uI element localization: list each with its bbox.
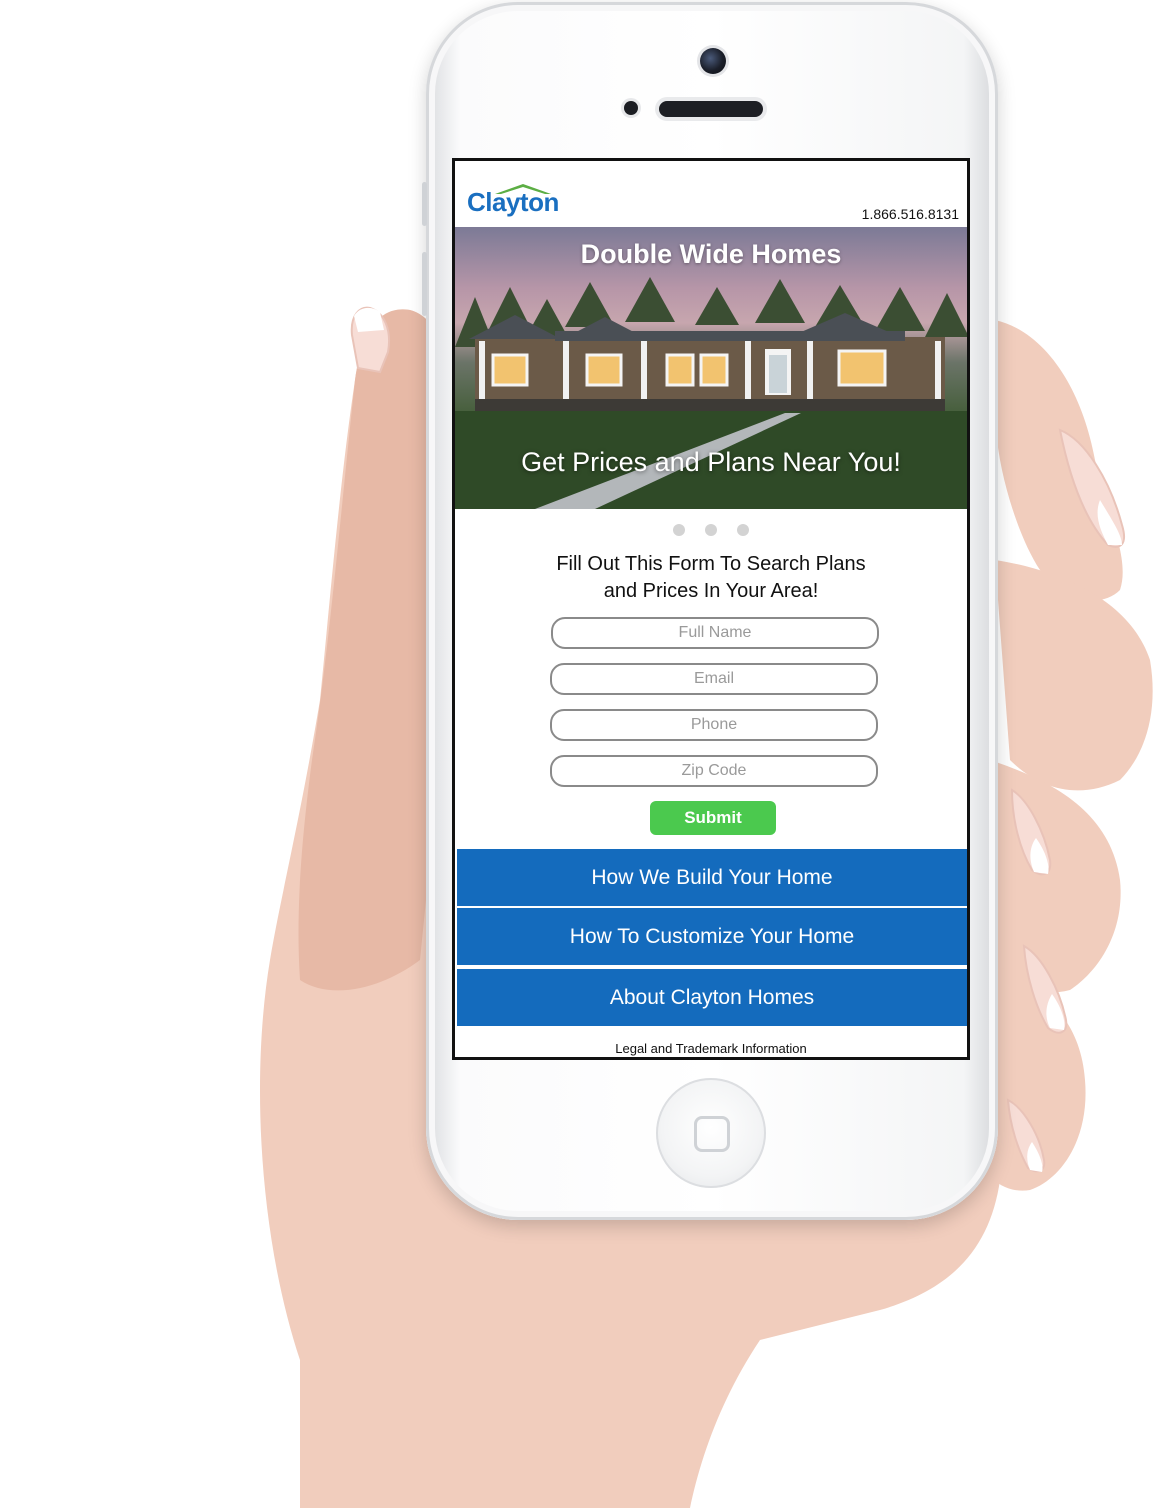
submit-button[interactable]: Submit: [650, 801, 776, 835]
hero-banner[interactable]: Double Wide Homes Get Prices and Plans N…: [455, 227, 967, 509]
phone-screen: Clayton 1.866.516.8131 Double Wide Homes…: [452, 158, 970, 1060]
hero-title: Double Wide Homes: [580, 239, 842, 269]
legal-trademark-link[interactable]: Legal and Trademark Information: [455, 1041, 967, 1056]
clayton-logo[interactable]: Clayton: [467, 187, 559, 218]
carousel-dot-1[interactable]: [672, 524, 685, 536]
earpiece-speaker: [659, 101, 763, 117]
form-heading: Fill Out This Form To Search Plans and P…: [485, 551, 937, 605]
side-button: [422, 182, 427, 226]
proximity-sensor: [624, 101, 638, 115]
email-input[interactable]: [550, 663, 878, 695]
how-to-customize-button[interactable]: How To Customize Your Home: [457, 908, 967, 965]
phone-input[interactable]: [550, 709, 878, 741]
about-clayton-button[interactable]: About Clayton Homes: [457, 969, 967, 1026]
home-square-icon: [694, 1116, 730, 1152]
home-button[interactable]: [656, 1078, 766, 1188]
form-heading-line-1: Fill Out This Form To Search Plans: [556, 553, 866, 575]
phone-number-link[interactable]: 1.866.516.8131: [862, 206, 959, 222]
carousel-indicators: [455, 523, 967, 541]
full-name-input[interactable]: [551, 617, 879, 649]
hero-subtitle: Get Prices and Plans Near You!: [521, 447, 901, 477]
front-camera-icon: [700, 48, 726, 74]
carousel-dot-3[interactable]: [737, 524, 750, 536]
form-heading-line-2: and Prices In Your Area!: [603, 580, 819, 602]
how-we-build-button[interactable]: How We Build Your Home: [457, 849, 967, 906]
carousel-dot-2[interactable]: [705, 524, 717, 536]
volume-button: [422, 252, 427, 316]
zip-code-input[interactable]: [550, 755, 878, 787]
